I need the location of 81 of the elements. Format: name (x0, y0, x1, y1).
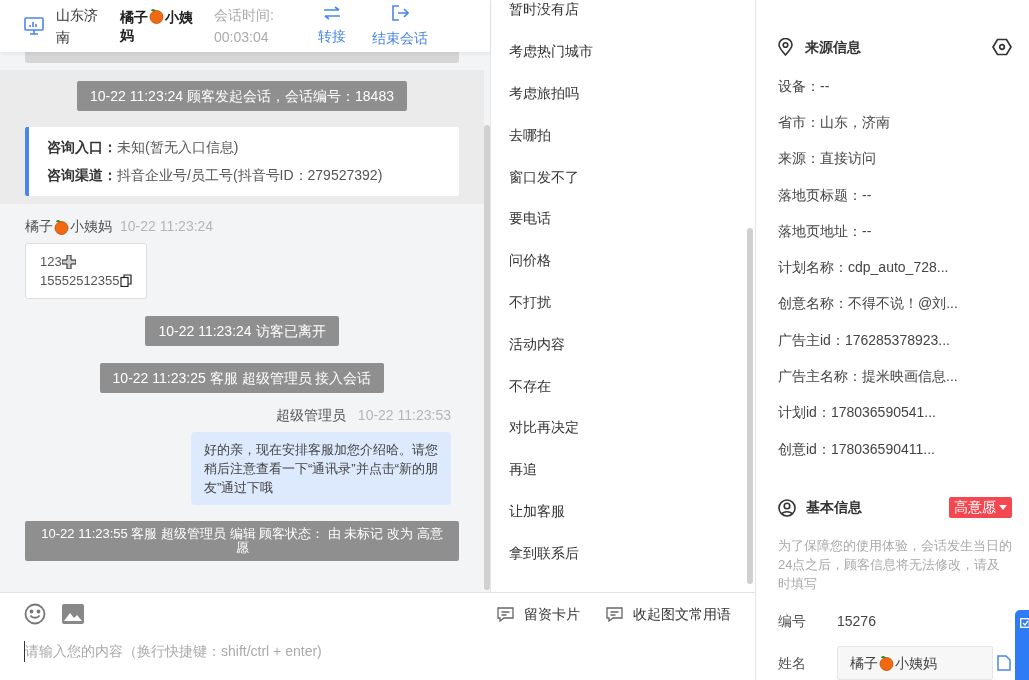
system-message: 10-22 11:23:24 访客已离开 (145, 316, 339, 346)
sender-name: 超级管理员 (275, 406, 346, 425)
settings-icon[interactable] (992, 38, 1012, 56)
field-value: 15276 (837, 612, 876, 632)
tangerine-icon (879, 655, 894, 672)
customer-name: 小姨 (165, 9, 193, 25)
scrollbar-thumb[interactable] (484, 125, 490, 590)
message-text: 15552512355 (40, 272, 120, 290)
inquiry-label: 咨询渠道： (47, 166, 117, 185)
phrase-item[interactable]: 再追 (509, 448, 747, 491)
phrase-item[interactable]: 问价格 (509, 239, 747, 282)
user-icon (778, 498, 796, 517)
copy-icon (119, 274, 132, 287)
phrase-item[interactable]: 让加客服 (509, 490, 747, 533)
header-action-button[interactable]: 转接 (318, 5, 346, 47)
source-info-row-text: 落地页地址：-- (778, 221, 873, 241)
image-icon[interactable] (62, 604, 84, 624)
sender-name: 小姨妈 (70, 217, 112, 236)
sender-name: 橘子 (25, 217, 53, 236)
inquiry-value: 抖音企业号/员工号(抖音号ID：279527392) (117, 166, 383, 185)
emoji-icon[interactable] (24, 603, 46, 625)
composer-tool-button[interactable]: 收起图文常用语 (606, 603, 731, 625)
exit-icon (391, 3, 409, 22)
message-bubble: 好的亲，现在安排客服加您介绍哈。请您稍后注意查看一下“通讯录”并点击“新的朋友”通过下哦 (191, 432, 451, 505)
location-pin-icon (778, 38, 793, 56)
source-info-row-text: 省市：山东，济南 (778, 112, 891, 132)
message-icon (497, 606, 514, 622)
swap-icon (323, 5, 341, 20)
caret-icon (999, 505, 1007, 511)
composer-tool-button[interactable]: 留资卡片 (497, 603, 580, 625)
monitor-icon (24, 17, 44, 35)
source-info-row-text: 计划id：178036590541... (778, 403, 937, 423)
system-message: 10-22 11:23:55 客服 超级管理员 编辑 顾客状态： 由 未标记 改为 高意愿 (25, 521, 459, 561)
field-label: 姓名 (778, 653, 807, 673)
phrase-item[interactable]: 暂时没有店 (509, 0, 747, 31)
copy-icon[interactable] (997, 655, 1011, 672)
phrase-item[interactable]: 要电话 (509, 198, 747, 240)
message-input[interactable]: 请输入您的内容（换行快捷键：shift/ctrl + enter) (24, 641, 624, 662)
source-info-row-text: 创意名称：不得不说！@刘... (778, 294, 959, 314)
source-info-row-text: 计划名称：cdp_auto_728... (778, 258, 950, 278)
tangerine-icon (149, 8, 164, 24)
phrase-item[interactable]: 活动内容 (509, 323, 747, 366)
phrase-item[interactable]: 不存在 (509, 365, 747, 407)
phrase-item[interactable]: 考虑热门城市 (509, 30, 747, 73)
source-info-row-text: 创意id：178036590411... (778, 439, 936, 459)
input-value: 小姨妈 (895, 653, 937, 673)
field-label: 编号 (778, 612, 807, 632)
phrase-item[interactable]: 窗口发不了 (509, 156, 747, 198)
location-text: 山东济南 (56, 6, 99, 47)
source-info-row-text: 来源：直接访问 (778, 149, 877, 169)
phrase-item[interactable]: 不打扰 (509, 281, 747, 324)
message-text: 123 (40, 253, 62, 271)
message-icon (606, 606, 623, 622)
phrase-item[interactable]: 去哪拍 (509, 114, 747, 157)
name-input[interactable]: 橘子 小姨妈 (837, 646, 993, 680)
message-time: 10-22 11:23:53 (357, 406, 451, 425)
section-title: 来源信息 (805, 37, 861, 57)
section-title: 基本信息 (806, 498, 862, 518)
customer-name: 妈 (120, 27, 134, 43)
system-message: 10-22 11:23:25 客服 超级管理员 接入会话 (99, 363, 385, 393)
tangerine-icon (54, 218, 69, 235)
header-action-button[interactable]: 结束会话 (372, 3, 428, 49)
timer-label: 会话时间: (214, 6, 275, 25)
phrase-item[interactable]: 对比再决定 (509, 406, 747, 449)
phrase-item[interactable]: 拿到联系后 (509, 532, 747, 575)
timer-value: 00:03:04 (214, 28, 270, 47)
source-info-row-text: 设备：-- (778, 76, 831, 96)
phrase-item[interactable]: 考虑旅拍吗 (509, 72, 747, 115)
input-value: 橘子 (850, 653, 878, 673)
plus-icon (61, 254, 76, 269)
customer-name: 橘子 (120, 9, 148, 25)
inquiry-label: 咨询入口： (47, 138, 117, 157)
notice-text: 为了保障您的使用体验，会话发生当日的24点之后，顾客信息将无法修改，请及时填写 (778, 537, 1012, 594)
source-info-row-text: 广告主id：176285378923... (778, 330, 951, 350)
source-info-row-text: 落地页标题：-- (778, 185, 873, 205)
system-message: 10-22 11:23:24 顾客发起会话，会话编号：18483 (77, 81, 407, 111)
scrollbar-thumb[interactable] (747, 228, 753, 584)
message-time: 10-22 11:23:24 (120, 217, 214, 236)
source-info-row-text: 广告主名称：提米映画信息... (778, 367, 959, 386)
inquiry-value: 未知(暂无入口信息) (117, 138, 239, 157)
intent-tag-dropdown[interactable]: 高意愿 (949, 497, 1012, 519)
